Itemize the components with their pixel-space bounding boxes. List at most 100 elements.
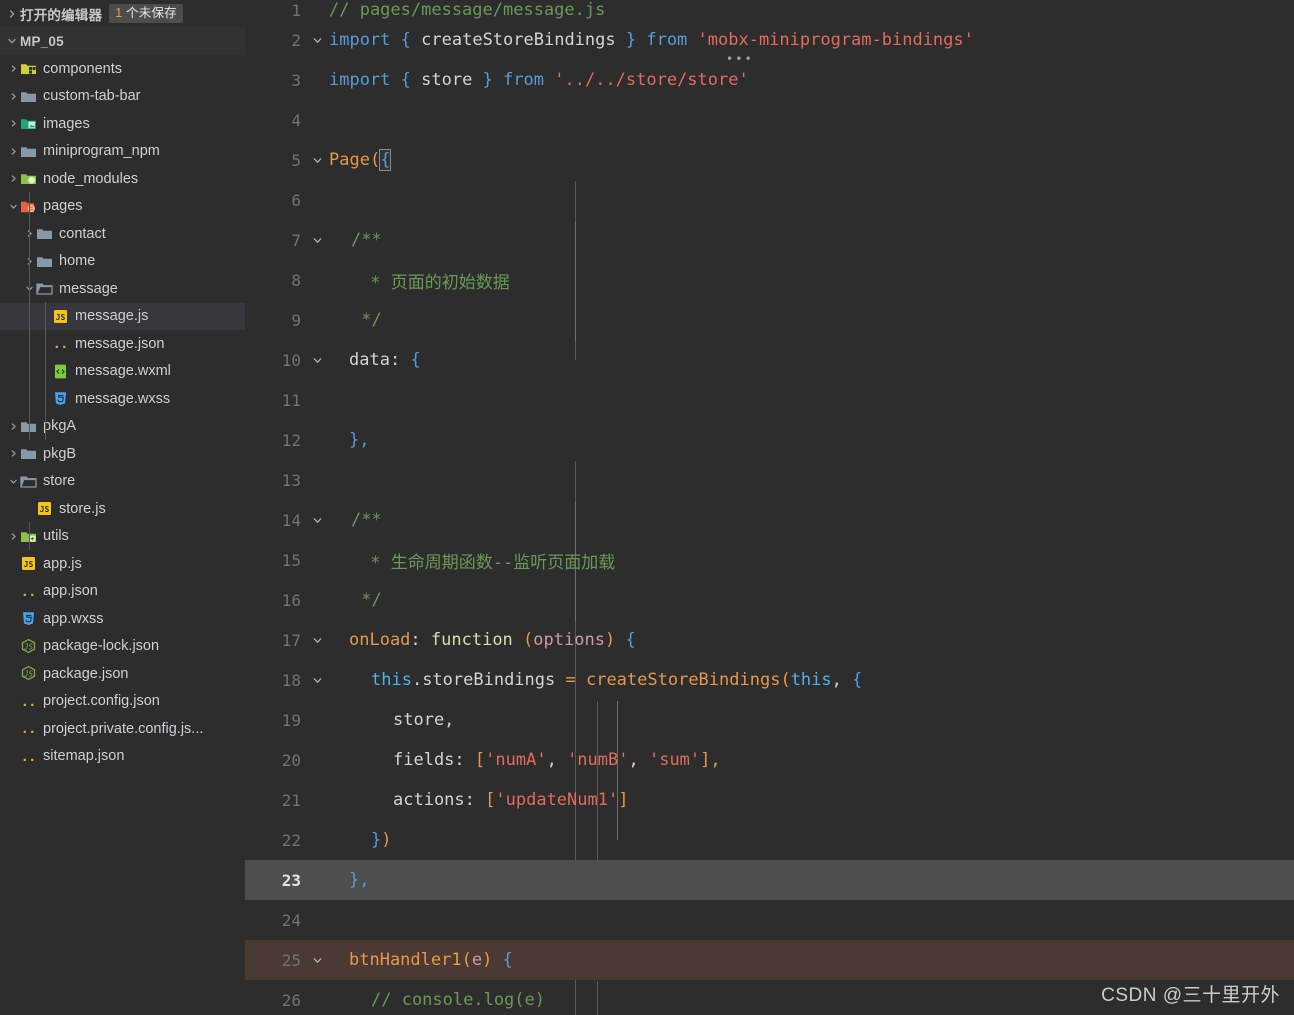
code-line[interactable]: 18 this.storeBindings = createStoreBindi… bbox=[245, 660, 1294, 700]
code-line[interactable]: 3 import { store } from '../../store/sto… bbox=[245, 60, 1294, 100]
code-line[interactable]: 17 onLoad: function (options) { bbox=[245, 620, 1294, 660]
tree-folder-row[interactable]: pkgB bbox=[0, 440, 245, 468]
tree-folder-row[interactable]: pkgA bbox=[0, 413, 245, 441]
chevron-right-icon[interactable] bbox=[6, 449, 20, 458]
tree-file-row[interactable]: JS package.json bbox=[0, 660, 245, 688]
tree-file-row[interactable]: {..} message.json bbox=[0, 330, 245, 358]
code-content[interactable]: }, bbox=[327, 870, 1294, 890]
code-line[interactable]: 14 /** bbox=[245, 500, 1294, 540]
tree-file-row[interactable]: {..} sitemap.json bbox=[0, 743, 245, 771]
code-line[interactable]: 10 data: { bbox=[245, 340, 1294, 380]
code-content[interactable]: * 生命周期函数--监听页面加载 bbox=[327, 548, 1294, 573]
code-line[interactable]: 7 /** bbox=[245, 220, 1294, 260]
chevron-right-icon[interactable] bbox=[6, 174, 20, 183]
code-content[interactable]: fields: ['numA', 'numB', 'sum'], bbox=[327, 750, 1294, 770]
code-line[interactable]: 24 bbox=[245, 900, 1294, 940]
chevron-right-icon[interactable] bbox=[6, 119, 20, 128]
tree-folder-row[interactable]: home bbox=[0, 248, 245, 276]
code-content[interactable]: import { store } from '../../store/store… bbox=[327, 70, 1294, 90]
chevron-down-icon[interactable] bbox=[6, 202, 20, 211]
fold-chevron-down-icon[interactable] bbox=[307, 155, 327, 166]
code-line[interactable]: 20 fields: ['numA', 'numB', 'sum'], bbox=[245, 740, 1294, 780]
code-content[interactable]: */ bbox=[327, 590, 1294, 610]
tree-file-row[interactable]: {..} project.config.json bbox=[0, 688, 245, 716]
code-editor[interactable]: 1 // pages/message/message.js 2 import {… bbox=[245, 0, 1294, 1015]
code-content[interactable]: Page({ bbox=[327, 149, 1294, 171]
code-content[interactable]: /** bbox=[327, 510, 1294, 530]
tree-folder-row[interactable]: message bbox=[0, 275, 245, 303]
code-line[interactable]: 16 */ bbox=[245, 580, 1294, 620]
code-line[interactable]: 2 import { createStoreBindings } from 'm… bbox=[245, 20, 1294, 65]
tree-folder-row[interactable]: utils bbox=[0, 523, 245, 551]
fold-chevron-down-icon[interactable] bbox=[307, 355, 327, 366]
tree-file-row[interactable]: JS store.js bbox=[0, 495, 245, 523]
chevron-down-icon[interactable] bbox=[4, 36, 20, 46]
code-line[interactable]: 11 bbox=[245, 380, 1294, 420]
chevron-down-icon[interactable] bbox=[6, 477, 20, 486]
tree-file-row[interactable]: app.wxss bbox=[0, 605, 245, 633]
tree-folder-row[interactable]: components bbox=[0, 55, 245, 83]
code-line[interactable]: 21 actions: ['updateNum1'] bbox=[245, 780, 1294, 820]
code-line[interactable]: 19 store, bbox=[245, 700, 1294, 740]
chevron-right-icon[interactable] bbox=[6, 532, 20, 541]
code-content[interactable]: * 页面的初始数据 bbox=[327, 268, 1294, 293]
code-line[interactable]: 4 bbox=[245, 100, 1294, 140]
tree-file-row[interactable]: {..} project.private.config.js... bbox=[0, 715, 245, 743]
fold-chevron-down-icon[interactable] bbox=[307, 955, 327, 966]
chevron-right-icon[interactable] bbox=[6, 422, 20, 431]
tree-folder-row[interactable]: pages bbox=[0, 193, 245, 221]
code-content[interactable]: store, bbox=[327, 710, 1294, 730]
tree-file-row[interactable]: message.wxml bbox=[0, 358, 245, 386]
fold-chevron-down-icon[interactable] bbox=[307, 35, 327, 46]
code-line-active[interactable]: 23 }, bbox=[245, 860, 1294, 900]
chevron-right-icon[interactable] bbox=[6, 147, 20, 156]
code-content[interactable]: import { createStoreBindings } from 'mob… bbox=[327, 30, 1294, 65]
chevron-right-icon[interactable] bbox=[6, 64, 20, 73]
tree-folder-row[interactable]: miniprogram_npm bbox=[0, 138, 245, 166]
tree-file-row[interactable]: message.wxss bbox=[0, 385, 245, 413]
code-line[interactable]: 13 bbox=[245, 460, 1294, 500]
tree-file-row[interactable]: JS app.js bbox=[0, 550, 245, 578]
code-content[interactable]: actions: ['updateNum1'] bbox=[327, 790, 1294, 810]
code-line[interactable]: 9 */ bbox=[245, 300, 1294, 340]
code-content[interactable]: data: { bbox=[327, 350, 1294, 370]
code-content[interactable]: // console.log(e) bbox=[327, 990, 1294, 1010]
code-content[interactable]: // pages/message/message.js bbox=[327, 0, 1294, 20]
tree-file-row[interactable]: JS message.js bbox=[0, 302, 245, 330]
token-string-sum: 'sum' bbox=[648, 750, 701, 770]
code-line[interactable]: 15 * 生命周期函数--监听页面加载 bbox=[245, 540, 1294, 580]
token-comment-close: */ bbox=[351, 310, 382, 330]
fold-chevron-down-icon[interactable] bbox=[307, 515, 327, 526]
fold-chevron-down-icon[interactable] bbox=[307, 635, 327, 646]
code-line-highlighted[interactable]: 25 btnHandler1(e) { bbox=[245, 940, 1294, 980]
chevron-right-icon[interactable] bbox=[6, 92, 20, 101]
code-content[interactable]: /** bbox=[327, 230, 1294, 250]
tree-folder-row[interactable]: store bbox=[0, 468, 245, 496]
token-paren-open: ( bbox=[369, 150, 381, 170]
tree-folder-row[interactable]: node_modules bbox=[0, 165, 245, 193]
code-content[interactable]: */ bbox=[327, 310, 1294, 330]
tree-folder-row[interactable]: contact bbox=[0, 220, 245, 248]
tree-folder-row[interactable]: custom-tab-bar bbox=[0, 83, 245, 111]
code-line[interactable]: 22 }) bbox=[245, 820, 1294, 860]
code-content[interactable]: onLoad: function (options) { bbox=[327, 630, 1294, 650]
code-line[interactable]: 6 bbox=[245, 180, 1294, 220]
chevron-right-icon[interactable] bbox=[4, 9, 20, 19]
code-content[interactable]: }, bbox=[327, 430, 1294, 450]
open-editors-section-header[interactable]: 打开的编辑器 1 个未保存 bbox=[0, 0, 245, 27]
code-line[interactable]: 12 }, bbox=[245, 420, 1294, 460]
tree-file-row[interactable]: JS package-lock.json bbox=[0, 633, 245, 661]
tree-file-row[interactable]: {..} app.json bbox=[0, 578, 245, 606]
project-section-header[interactable]: MP_05 bbox=[0, 27, 245, 55]
code-content[interactable]: this.storeBindings = createStoreBindings… bbox=[327, 670, 1294, 690]
folder-images-icon bbox=[20, 115, 37, 132]
code-content[interactable]: btnHandler1(e) { bbox=[327, 950, 1294, 970]
code-content[interactable]: }) bbox=[327, 830, 1294, 850]
code-line[interactable]: 26 // console.log(e) bbox=[245, 980, 1294, 1015]
code-line[interactable]: 1 // pages/message/message.js bbox=[245, 0, 1294, 20]
fold-chevron-down-icon[interactable] bbox=[307, 235, 327, 246]
tree-folder-row[interactable]: images bbox=[0, 110, 245, 138]
code-line[interactable]: 8 * 页面的初始数据 bbox=[245, 260, 1294, 300]
fold-chevron-down-icon[interactable] bbox=[307, 675, 327, 686]
code-line[interactable]: 5 Page({ bbox=[245, 140, 1294, 180]
